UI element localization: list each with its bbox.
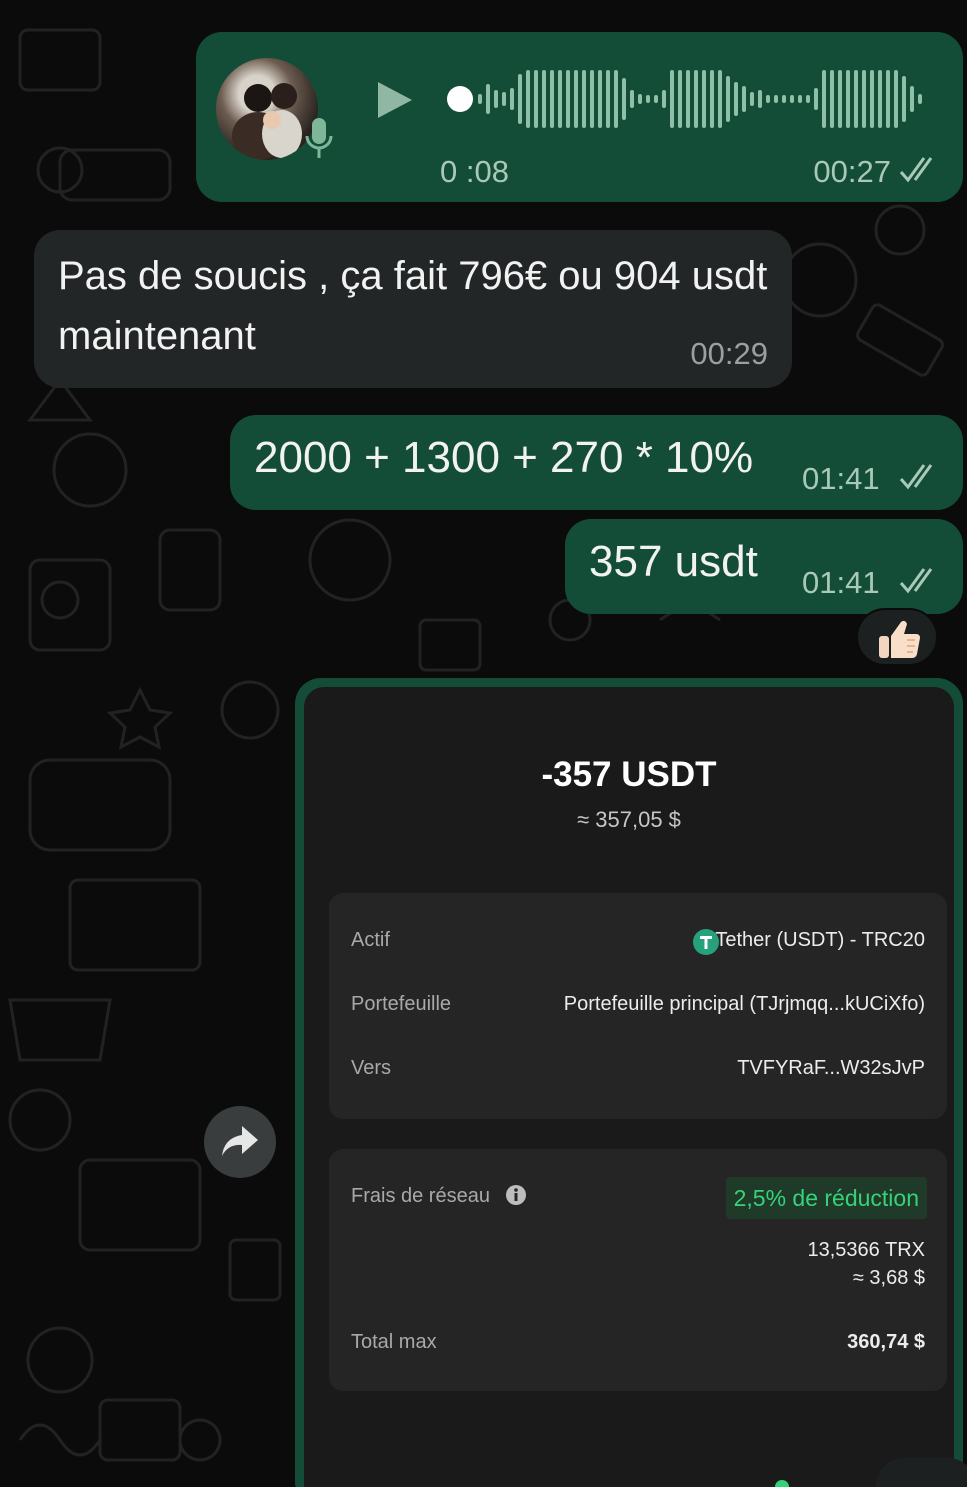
detail-label-wallet: Portefeuille xyxy=(351,993,452,1015)
message-time: 00:29 xyxy=(690,336,768,371)
transaction-details-card: Actif Tether (USDT) - TRC20 Portefeuille… xyxy=(329,893,947,1119)
transaction-amount: -357 USDT xyxy=(541,755,717,794)
message-reaction[interactable] xyxy=(856,608,938,666)
status-dot xyxy=(775,1480,789,1487)
read-receipt-icon xyxy=(899,464,933,490)
message-time: 01:41 xyxy=(802,565,880,600)
transaction-amount-usd: ≈ 357,05 $ xyxy=(577,807,681,832)
fees-label: Frais de réseau xyxy=(351,1185,490,1207)
microphone-icon xyxy=(305,118,333,158)
audio-waveform[interactable] xyxy=(446,68,926,130)
message-text: 357 usdt xyxy=(589,537,758,586)
forward-button[interactable] xyxy=(204,1106,276,1178)
outgoing-message-bubble[interactable]: 357 usdt 01:41 xyxy=(565,519,963,614)
info-icon xyxy=(506,1185,526,1205)
incoming-message-bubble[interactable]: Pas de soucis , ça fait 796€ ou 904 usdt… xyxy=(34,230,792,388)
fees-trx: 13,5366 TRX xyxy=(807,1239,926,1261)
sender-avatar xyxy=(216,58,318,160)
voice-duration: 0 :08 xyxy=(440,154,509,189)
outgoing-message-bubble[interactable]: 2000 + 1300 + 270 * 10% 01:41 xyxy=(230,415,963,510)
fees-usd: ≈ 3,68 $ xyxy=(852,1267,925,1289)
scroll-down-button[interactable] xyxy=(876,1458,967,1487)
detail-value-to: TVFYRaF...W32sJvP xyxy=(737,1057,925,1079)
message-time: 01:41 xyxy=(802,461,880,496)
total-label: Total max xyxy=(351,1331,437,1353)
total-value: 360,74 $ xyxy=(847,1331,925,1353)
read-receipt-icon xyxy=(899,568,933,594)
fees-card: Frais de réseau 2,5% de réduction 13,536… xyxy=(329,1149,947,1391)
message-text: 2000 + 1300 + 270 * 10% xyxy=(254,433,754,482)
play-icon[interactable] xyxy=(374,80,414,120)
message-time: 00:27 xyxy=(813,154,891,189)
thumbs-up-icon xyxy=(879,620,920,658)
image-message-bubble[interactable]: -357 USDT ≈ 357,05 $ Actif Tether (USDT)… xyxy=(295,678,963,1487)
detail-label-asset: Actif xyxy=(351,929,390,951)
discount-badge: 2,5% de réduction xyxy=(725,1177,927,1219)
forward-arrow-icon xyxy=(222,1126,258,1156)
detail-value-wallet: Portefeuille principal (TJrjmqq...kUCiXf… xyxy=(563,993,925,1015)
transaction-screenshot: -357 USDT ≈ 357,05 $ Actif Tether (USDT)… xyxy=(304,687,954,1487)
detail-label-to: Vers xyxy=(351,1057,392,1079)
voice-message-bubble[interactable]: 0 :08 00:27 xyxy=(196,32,963,202)
read-receipt-icon xyxy=(899,157,933,183)
detail-value-asset: Tether (USDT) - TRC20 xyxy=(715,929,925,951)
message-text: Pas de soucis , ça fait 796€ ou 904 usdt… xyxy=(58,254,768,358)
